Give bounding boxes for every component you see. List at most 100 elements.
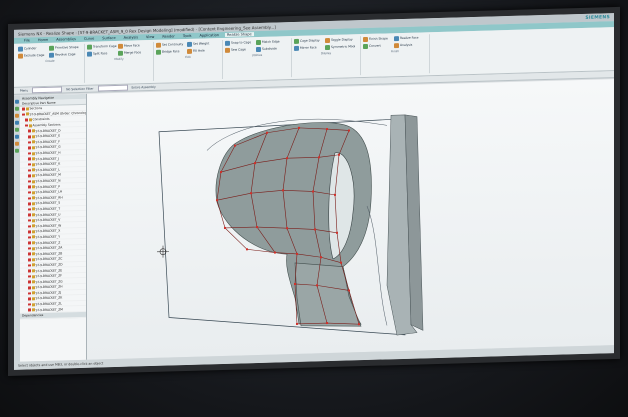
checkbox-icon[interactable] bbox=[28, 258, 31, 262]
checkbox-icon[interactable] bbox=[28, 213, 31, 217]
checkbox-icon[interactable] bbox=[28, 146, 31, 150]
tree-row-label: ST-9-BRACKET_Y bbox=[35, 234, 61, 240]
checkbox-icon[interactable] bbox=[22, 113, 25, 116]
ribbon-group-label: Display bbox=[320, 50, 332, 56]
extrude-cage-button[interactable]: Extrude Cage bbox=[18, 52, 48, 59]
checkbox-icon[interactable] bbox=[28, 280, 31, 284]
ribbon-button-label: Symmetric Modeling bbox=[331, 44, 355, 49]
fill-hole-button[interactable]: Fill Hole bbox=[187, 47, 217, 54]
checkbox-icon[interactable] bbox=[28, 196, 31, 200]
graphics-window[interactable] bbox=[87, 79, 614, 360]
tab-analysis[interactable]: Analysis bbox=[122, 35, 140, 40]
tree-row-label: ST-9-BRACKET_S bbox=[35, 200, 61, 206]
checkbox-icon[interactable] bbox=[28, 129, 31, 133]
checkbox-icon[interactable] bbox=[28, 219, 31, 222]
tab-home[interactable]: Home bbox=[36, 38, 50, 42]
tree-row-label: ST-9-BRACKET_ZG bbox=[35, 279, 63, 284]
realize-face-button[interactable]: Realize Face bbox=[394, 34, 424, 41]
system-materials-icon[interactable] bbox=[15, 148, 19, 153]
symmetric-modeling-button[interactable]: Symmetric Modeling bbox=[325, 43, 355, 50]
checkbox-icon[interactable] bbox=[28, 286, 31, 289]
checkbox-icon[interactable] bbox=[28, 241, 31, 245]
checkbox-icon[interactable] bbox=[28, 247, 31, 250]
merge-face-button[interactable]: Merge Face bbox=[118, 49, 148, 56]
reuse-library-icon[interactable] bbox=[15, 120, 19, 125]
dependencies-label: Dependencies bbox=[22, 313, 44, 318]
assembly-navigator-icon[interactable] bbox=[15, 99, 19, 104]
checkbox-icon[interactable] bbox=[22, 107, 25, 111]
checkbox-icon[interactable] bbox=[28, 308, 31, 312]
tab-tools[interactable]: Tools bbox=[181, 34, 194, 38]
selection-filter-dropdown[interactable] bbox=[32, 86, 63, 94]
checkbox-icon[interactable] bbox=[28, 275, 31, 278]
transform-cage-button[interactable]: Transform Cage bbox=[87, 43, 117, 50]
tab-view[interactable]: View bbox=[144, 35, 156, 39]
tab-application[interactable]: Application bbox=[197, 33, 221, 38]
tab-realize-shape[interactable]: Realize Shape bbox=[225, 32, 254, 37]
revolve-cage-button[interactable]: Revolve Cage bbox=[49, 51, 79, 58]
checkbox-icon[interactable] bbox=[28, 163, 31, 166]
checkbox-icon[interactable] bbox=[28, 303, 31, 306]
cage-display-button[interactable]: Cage Display bbox=[294, 37, 324, 44]
bracket-leg bbox=[294, 262, 362, 327]
tree-row-label: ST-9-BRACKET_F bbox=[35, 139, 60, 145]
move-face-button[interactable]: Move Face bbox=[118, 42, 148, 49]
tab-file[interactable]: File bbox=[22, 38, 32, 42]
finish-shape-button[interactable]: Finish Shape bbox=[363, 35, 393, 42]
checkbox-icon[interactable] bbox=[28, 135, 31, 138]
set-weight-button[interactable]: Set Weight bbox=[187, 40, 217, 47]
checkbox-icon[interactable] bbox=[28, 180, 31, 183]
checkbox-icon[interactable] bbox=[28, 174, 31, 178]
tab-render[interactable]: Render bbox=[160, 34, 176, 38]
checkbox-icon[interactable] bbox=[25, 124, 28, 127]
checkbox-icon[interactable] bbox=[28, 252, 31, 256]
tab-surface[interactable]: Surface bbox=[100, 36, 117, 40]
part-navigator-icon[interactable] bbox=[15, 113, 19, 118]
checkbox-icon[interactable] bbox=[28, 224, 31, 228]
set-continuity-button[interactable]: Set Continuity bbox=[156, 41, 186, 48]
convert-button[interactable]: Convert bbox=[363, 42, 393, 49]
tab-assemblies[interactable]: Assemblies bbox=[54, 37, 78, 42]
selection-scope-dropdown[interactable] bbox=[97, 84, 128, 92]
checkbox-icon[interactable] bbox=[28, 264, 31, 267]
sew-cage-button[interactable]: Sew Cage bbox=[225, 46, 255, 53]
checkbox-icon[interactable] bbox=[28, 236, 31, 239]
checkbox-icon[interactable] bbox=[28, 269, 31, 273]
web-browser-icon[interactable] bbox=[15, 134, 19, 139]
cylinder-button[interactable]: Cylinder bbox=[18, 45, 48, 52]
tree-row-label: ST-9-BRACKET_G bbox=[35, 144, 61, 150]
ribbon-button-label: Match Edge bbox=[262, 39, 280, 44]
mirror-face-button[interactable]: Mirror Face bbox=[294, 44, 324, 51]
history-icon[interactable] bbox=[15, 127, 19, 132]
checkbox-icon[interactable] bbox=[28, 140, 31, 144]
tab-curve[interactable]: Curve bbox=[82, 37, 96, 41]
mirror-face-icon bbox=[294, 45, 299, 51]
checkbox-icon[interactable] bbox=[25, 118, 28, 122]
checkbox-icon[interactable] bbox=[28, 191, 31, 194]
split-face-button[interactable]: Split Face bbox=[87, 50, 117, 57]
primitive-shape-button[interactable]: Primitive Shape bbox=[49, 44, 79, 51]
column-header-name[interactable]: Descriptive Part Name bbox=[22, 100, 56, 105]
checkbox-icon[interactable] bbox=[28, 185, 31, 189]
dependencies-panel[interactable]: Dependencies bbox=[20, 311, 86, 320]
checkbox-icon[interactable] bbox=[28, 208, 31, 211]
match-edge-button[interactable]: Match Edge bbox=[256, 38, 286, 45]
part-icon bbox=[31, 269, 35, 273]
subdivide-button[interactable]: Subdivide bbox=[256, 45, 286, 52]
toggle-display-button[interactable]: Toggle Display bbox=[325, 36, 355, 43]
analysis-button[interactable]: Analysis bbox=[394, 41, 424, 48]
roles-icon[interactable] bbox=[15, 141, 19, 146]
snap-to-cage-button[interactable]: Snap to Cage bbox=[225, 39, 255, 46]
checkbox-icon[interactable] bbox=[28, 202, 31, 206]
part-icon bbox=[31, 190, 35, 195]
checkbox-icon[interactable] bbox=[28, 230, 31, 234]
ribbon-button-label: Split Face bbox=[93, 51, 108, 56]
menu-button[interactable]: Menu bbox=[20, 88, 28, 92]
bridge-face-button[interactable]: Bridge Face bbox=[156, 48, 186, 55]
checkbox-icon[interactable] bbox=[28, 157, 31, 161]
checkbox-icon[interactable] bbox=[28, 292, 31, 295]
constraint-navigator-icon[interactable] bbox=[15, 106, 19, 111]
checkbox-icon[interactable] bbox=[28, 168, 31, 172]
checkbox-icon[interactable] bbox=[28, 152, 31, 155]
checkbox-icon[interactable] bbox=[28, 297, 31, 301]
